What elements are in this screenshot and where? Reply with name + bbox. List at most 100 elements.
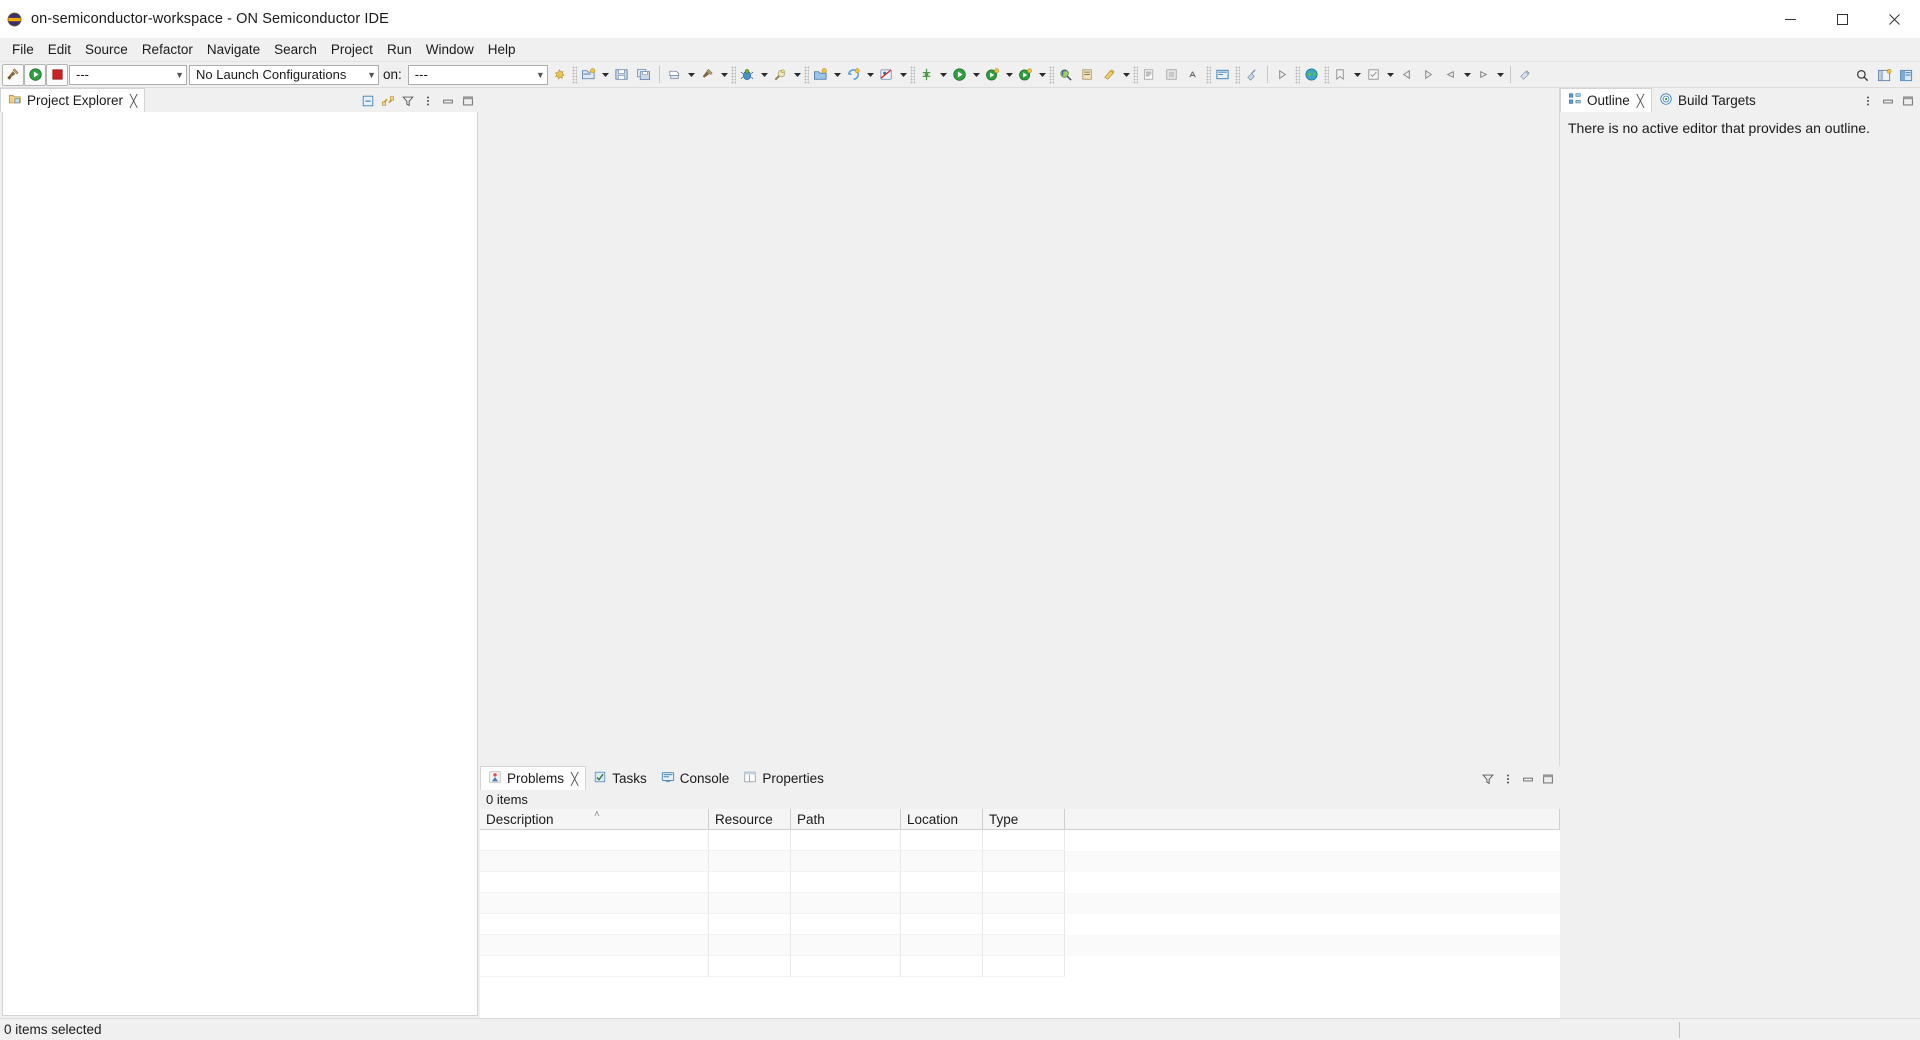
open-search-icon[interactable] bbox=[1055, 64, 1077, 86]
run-icon[interactable] bbox=[949, 64, 971, 86]
close-icon[interactable]: ╳ bbox=[130, 94, 137, 108]
table-row[interactable] bbox=[480, 872, 1560, 893]
launch-target-combo[interactable]: --- ▼ bbox=[407, 64, 548, 85]
tab-project-explorer[interactable]: Project Explorer ╳ bbox=[0, 88, 146, 112]
table-row[interactable] bbox=[480, 935, 1560, 956]
save-icon[interactable] bbox=[611, 64, 633, 86]
new-wizard-icon[interactable] bbox=[578, 64, 600, 86]
open-perspective-icon[interactable] bbox=[1873, 64, 1895, 86]
run-green-play-icon[interactable] bbox=[24, 63, 46, 86]
next-edit-icon[interactable] bbox=[1473, 64, 1495, 86]
stop-red-square-icon[interactable] bbox=[46, 63, 68, 86]
column-header-location[interactable]: Location bbox=[901, 809, 983, 830]
menu-item-run[interactable]: Run bbox=[380, 38, 419, 61]
toggle-block-selection-icon[interactable] bbox=[1183, 64, 1205, 86]
filter-icon[interactable] bbox=[1479, 770, 1497, 788]
step-forward-icon[interactable] bbox=[1272, 64, 1294, 86]
perspective-switcher-icon[interactable] bbox=[1895, 64, 1917, 86]
maximize-icon[interactable] bbox=[1899, 92, 1917, 110]
forward-icon[interactable] bbox=[1418, 64, 1440, 86]
build-all-dropdown[interactable] bbox=[719, 64, 730, 86]
launch-config-combo[interactable]: No Launch Configurations ▼ bbox=[189, 64, 379, 85]
previous-edit-dropdown[interactable] bbox=[1462, 64, 1473, 86]
external-tools-dropdown[interactable] bbox=[792, 64, 803, 86]
back-icon[interactable] bbox=[1396, 64, 1418, 86]
refresh-icon[interactable] bbox=[843, 64, 865, 86]
tab-problems[interactable]: Problems ╳ bbox=[480, 766, 587, 790]
menu-item-refactor[interactable]: Refactor bbox=[135, 38, 200, 61]
maximize-icon[interactable] bbox=[1539, 770, 1557, 788]
table-row[interactable] bbox=[480, 914, 1560, 935]
link-with-editor-icon[interactable] bbox=[379, 92, 397, 110]
task-dropdown[interactable] bbox=[1385, 64, 1396, 86]
maximize-icon[interactable] bbox=[459, 92, 477, 110]
previous-annotation-icon[interactable] bbox=[1139, 64, 1161, 86]
table-row[interactable] bbox=[480, 830, 1560, 851]
run-history-icon[interactable] bbox=[982, 64, 1004, 86]
debug-dropdown[interactable] bbox=[759, 64, 770, 86]
column-header-path[interactable]: Path bbox=[791, 809, 901, 830]
open-element-icon[interactable] bbox=[1099, 64, 1121, 86]
next-annotation-icon[interactable] bbox=[916, 64, 938, 86]
menu-item-edit[interactable]: Edit bbox=[41, 38, 78, 61]
launch-target-settings-icon[interactable] bbox=[549, 64, 571, 86]
run-history-dropdown[interactable] bbox=[1004, 64, 1015, 86]
skip-all-breakpoints-icon[interactable] bbox=[876, 64, 898, 86]
refresh-dropdown[interactable] bbox=[865, 64, 876, 86]
view-menu-icon[interactable] bbox=[1859, 92, 1877, 110]
tab-console[interactable]: Console bbox=[654, 766, 737, 790]
menu-item-window[interactable]: Window bbox=[419, 38, 481, 61]
new-wizard-dropdown[interactable] bbox=[600, 64, 611, 86]
maximize-window-button[interactable] bbox=[1816, 0, 1868, 38]
tab-build-targets[interactable]: Build Targets bbox=[1652, 88, 1763, 112]
next-edit-dropdown[interactable] bbox=[1495, 64, 1506, 86]
build-all-icon[interactable] bbox=[697, 64, 719, 86]
close-icon[interactable]: ╳ bbox=[571, 772, 578, 786]
new-c-project-dropdown[interactable] bbox=[832, 64, 843, 86]
debug-icon[interactable] bbox=[737, 64, 759, 86]
save-all-icon[interactable] bbox=[633, 64, 655, 86]
external-tools-icon[interactable] bbox=[770, 64, 792, 86]
column-header-description[interactable]: Description ˄ bbox=[480, 809, 709, 830]
table-row[interactable] bbox=[480, 893, 1560, 914]
editor-area[interactable] bbox=[480, 88, 1560, 766]
last-edit-location-icon[interactable] bbox=[1515, 64, 1537, 86]
profile-icon[interactable] bbox=[1015, 64, 1037, 86]
menu-item-source[interactable]: Source bbox=[78, 38, 135, 61]
open-element-dropdown[interactable] bbox=[1121, 64, 1132, 86]
table-row[interactable] bbox=[480, 851, 1560, 872]
filter-icon[interactable] bbox=[399, 92, 417, 110]
run-dropdown[interactable] bbox=[971, 64, 982, 86]
column-header-resource[interactable]: Resource bbox=[709, 809, 791, 830]
print-dropdown[interactable] bbox=[686, 64, 697, 86]
minimize-icon[interactable] bbox=[1879, 92, 1897, 110]
menu-item-search[interactable]: Search bbox=[267, 38, 324, 61]
menu-item-file[interactable]: File bbox=[5, 38, 41, 61]
menu-item-help[interactable]: Help bbox=[481, 38, 523, 61]
close-icon[interactable]: ╳ bbox=[1637, 94, 1644, 108]
bookmark-icon[interactable] bbox=[1330, 64, 1352, 86]
previous-edit-icon[interactable] bbox=[1440, 64, 1462, 86]
open-console-icon[interactable] bbox=[1212, 64, 1234, 86]
column-header-type[interactable]: Type bbox=[983, 809, 1065, 830]
project-explorer-tree[interactable] bbox=[2, 112, 478, 1016]
print-icon[interactable] bbox=[664, 64, 686, 86]
open-type-icon[interactable] bbox=[1077, 64, 1099, 86]
close-window-button[interactable] bbox=[1868, 0, 1920, 38]
build-hammer-icon[interactable] bbox=[2, 63, 24, 86]
pin-editor-icon[interactable] bbox=[1241, 64, 1263, 86]
minimize-icon[interactable] bbox=[1519, 770, 1537, 788]
profile-dropdown[interactable] bbox=[1037, 64, 1048, 86]
menu-item-project[interactable]: Project bbox=[324, 38, 380, 61]
bookmark-dropdown[interactable] bbox=[1352, 64, 1363, 86]
next-annotation-dropdown[interactable] bbox=[938, 64, 949, 86]
quick-access-search-icon[interactable] bbox=[1851, 64, 1873, 86]
new-c-project-icon[interactable] bbox=[810, 64, 832, 86]
skip-breakpoints-dropdown[interactable] bbox=[898, 64, 909, 86]
task-icon[interactable] bbox=[1363, 64, 1385, 86]
collapse-all-icon[interactable] bbox=[359, 92, 377, 110]
table-row[interactable] bbox=[480, 956, 1560, 977]
open-terminal-icon[interactable] bbox=[1301, 64, 1323, 86]
tab-properties[interactable]: Properties bbox=[736, 766, 831, 790]
toggle-mark-occurrences-icon[interactable] bbox=[1161, 64, 1183, 86]
